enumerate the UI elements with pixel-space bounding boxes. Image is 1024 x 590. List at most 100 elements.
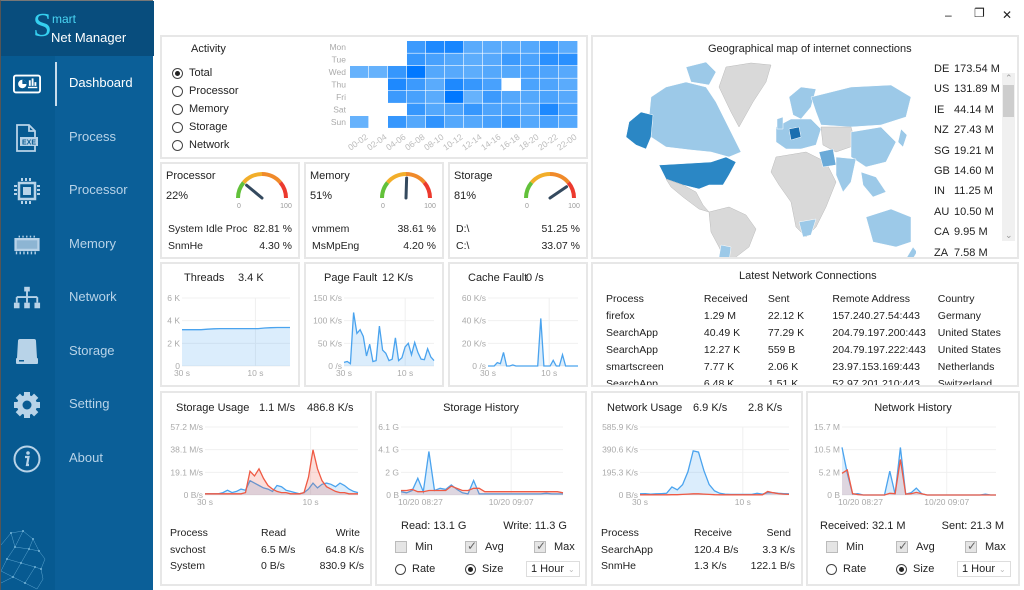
column-header[interactable]: Received [704, 290, 768, 307]
table-row[interactable]: smartscreen 7.77 K 2.06 K 23.97.153.169:443… [606, 358, 1017, 375]
table-row[interactable]: firefox 1.29 M 22.12 K 157.240.27.54:443 Ger… [606, 307, 1017, 324]
radio-button[interactable] [395, 563, 406, 575]
country-item[interactable]: ZA 7.58 M [934, 243, 1000, 263]
rate-radio[interactable]: Rate [395, 563, 435, 575]
heatmap-cell[interactable] [445, 66, 464, 78]
time-range-select[interactable]: 1 Hour ⌄ [526, 561, 580, 577]
checkbox[interactable] [896, 539, 908, 554]
heatmap-cell[interactable] [483, 103, 502, 116]
heatmap-cell[interactable] [369, 91, 388, 103]
close-button[interactable]: ✕ [1002, 8, 1012, 22]
heatmap-cell[interactable] [483, 78, 502, 91]
heatmap-cell[interactable] [464, 53, 483, 66]
heatmap-cell[interactable] [464, 116, 483, 128]
heatmap-cell[interactable] [540, 78, 559, 91]
radio-button[interactable] [172, 85, 183, 97]
country-item[interactable]: DE 173.54 M [934, 59, 1000, 79]
heatmap-cell[interactable] [521, 66, 540, 78]
heatmap-cell[interactable] [464, 103, 483, 116]
rate-radio[interactable]: Rate [826, 563, 866, 575]
heatmap-cell[interactable] [521, 103, 540, 116]
heatmap-cell[interactable] [559, 53, 578, 66]
country-item[interactable]: SG 19.21 M [934, 141, 1000, 161]
heatmap-cell[interactable] [426, 41, 445, 53]
radio-button[interactable] [172, 139, 183, 151]
country-item[interactable]: AU 10.50 M [934, 202, 1000, 222]
column-header[interactable]: Remote Address [832, 290, 937, 307]
heatmap-cell[interactable] [407, 78, 426, 91]
heatmap-cell[interactable] [426, 116, 445, 128]
heatmap-cell[interactable] [521, 91, 540, 103]
heatmap-cell[interactable] [369, 53, 388, 66]
heatmap-cell[interactable] [388, 41, 407, 53]
heatmap-cell[interactable] [369, 66, 388, 78]
heatmap-cell[interactable] [464, 78, 483, 91]
heatmap-cell[interactable] [502, 53, 521, 66]
heatmap-cell[interactable] [407, 41, 426, 53]
heatmap-cell[interactable] [350, 66, 369, 78]
min-checkbox[interactable]: Min [826, 541, 864, 554]
heatmap-cell[interactable] [445, 116, 464, 128]
checkbox[interactable] [395, 541, 407, 554]
heatmap-cell[interactable] [445, 53, 464, 66]
heatmap-cell[interactable] [464, 91, 483, 103]
country-item[interactable]: IE 44.14 M [934, 100, 1000, 120]
radio-button[interactable] [465, 563, 476, 575]
sidebar-item-setting[interactable]: Setting [1, 379, 154, 431]
heatmap-cell[interactable] [464, 66, 483, 78]
heatmap-cell[interactable] [407, 66, 426, 78]
heatmap-cell[interactable] [502, 78, 521, 91]
heatmap-cell[interactable] [521, 78, 540, 91]
size-radio[interactable]: Size [896, 563, 934, 575]
heatmap-cell[interactable] [540, 116, 559, 128]
column-header[interactable]: Country [938, 290, 1017, 307]
heatmap-cell[interactable] [445, 91, 464, 103]
heatmap-cell[interactable] [502, 116, 521, 128]
column-header[interactable]: Process [606, 290, 704, 307]
heatmap-cell[interactable] [426, 53, 445, 66]
table-row[interactable]: SearchApp 40.49 K 77.29 K 204.79.197.200:44… [606, 324, 1017, 341]
heatmap-cell[interactable] [426, 78, 445, 91]
min-checkbox[interactable]: Min [395, 541, 433, 554]
heatmap-cell[interactable] [483, 66, 502, 78]
size-radio[interactable]: Size [465, 563, 503, 575]
country-list-scrollbar[interactable]: ⌃ ⌄ [1002, 73, 1015, 241]
avg-checkbox[interactable]: Avg [465, 539, 504, 554]
heatmap-cell[interactable] [502, 103, 521, 116]
sidebar-item-memory[interactable]: Memory [1, 219, 154, 271]
heatmap-cell[interactable] [502, 91, 521, 103]
heatmap-cell[interactable] [559, 91, 578, 103]
heatmap-cell[interactable] [521, 53, 540, 66]
checkbox[interactable] [965, 539, 977, 554]
sidebar-item-storage[interactable]: Storage [1, 326, 154, 378]
heatmap-cell[interactable] [407, 116, 426, 128]
table-row[interactable]: SearchApp 12.27 K 559 B 204.79.197.222:443 U… [606, 341, 1017, 358]
heatmap-cell[interactable] [540, 53, 559, 66]
sidebar-item-dashboard[interactable]: Dashboard [1, 58, 154, 110]
activity-option-processor[interactable]: Processor [172, 85, 239, 97]
heatmap-cell[interactable] [388, 91, 407, 103]
heatmap-cell[interactable] [559, 103, 578, 116]
activity-option-memory[interactable]: Memory [172, 103, 229, 115]
heatmap-cell[interactable] [407, 53, 426, 66]
heatmap-cell[interactable] [521, 41, 540, 53]
heatmap-cell[interactable] [483, 53, 502, 66]
heatmap-cell[interactable] [388, 78, 407, 91]
country-item[interactable]: GB 14.60 M [934, 161, 1000, 181]
radio-button[interactable] [896, 563, 907, 575]
heatmap-cell[interactable] [483, 41, 502, 53]
heatmap-cell[interactable] [502, 41, 521, 53]
heatmap-cell[interactable] [350, 41, 369, 53]
activity-option-total[interactable]: Total [172, 67, 212, 79]
heatmap-cell[interactable] [445, 41, 464, 53]
heatmap-cell[interactable] [540, 103, 559, 116]
sidebar-item-network[interactable]: Network [1, 272, 154, 324]
country-item[interactable]: NZ 27.43 M [934, 120, 1000, 140]
heatmap-cell[interactable] [426, 66, 445, 78]
checkbox[interactable] [534, 539, 546, 554]
heatmap-cell[interactable] [407, 103, 426, 116]
radio-button[interactable] [172, 67, 183, 79]
heatmap-cell[interactable] [540, 41, 559, 53]
minimize-button[interactable]: – [945, 8, 952, 22]
heatmap-cell[interactable] [426, 103, 445, 116]
